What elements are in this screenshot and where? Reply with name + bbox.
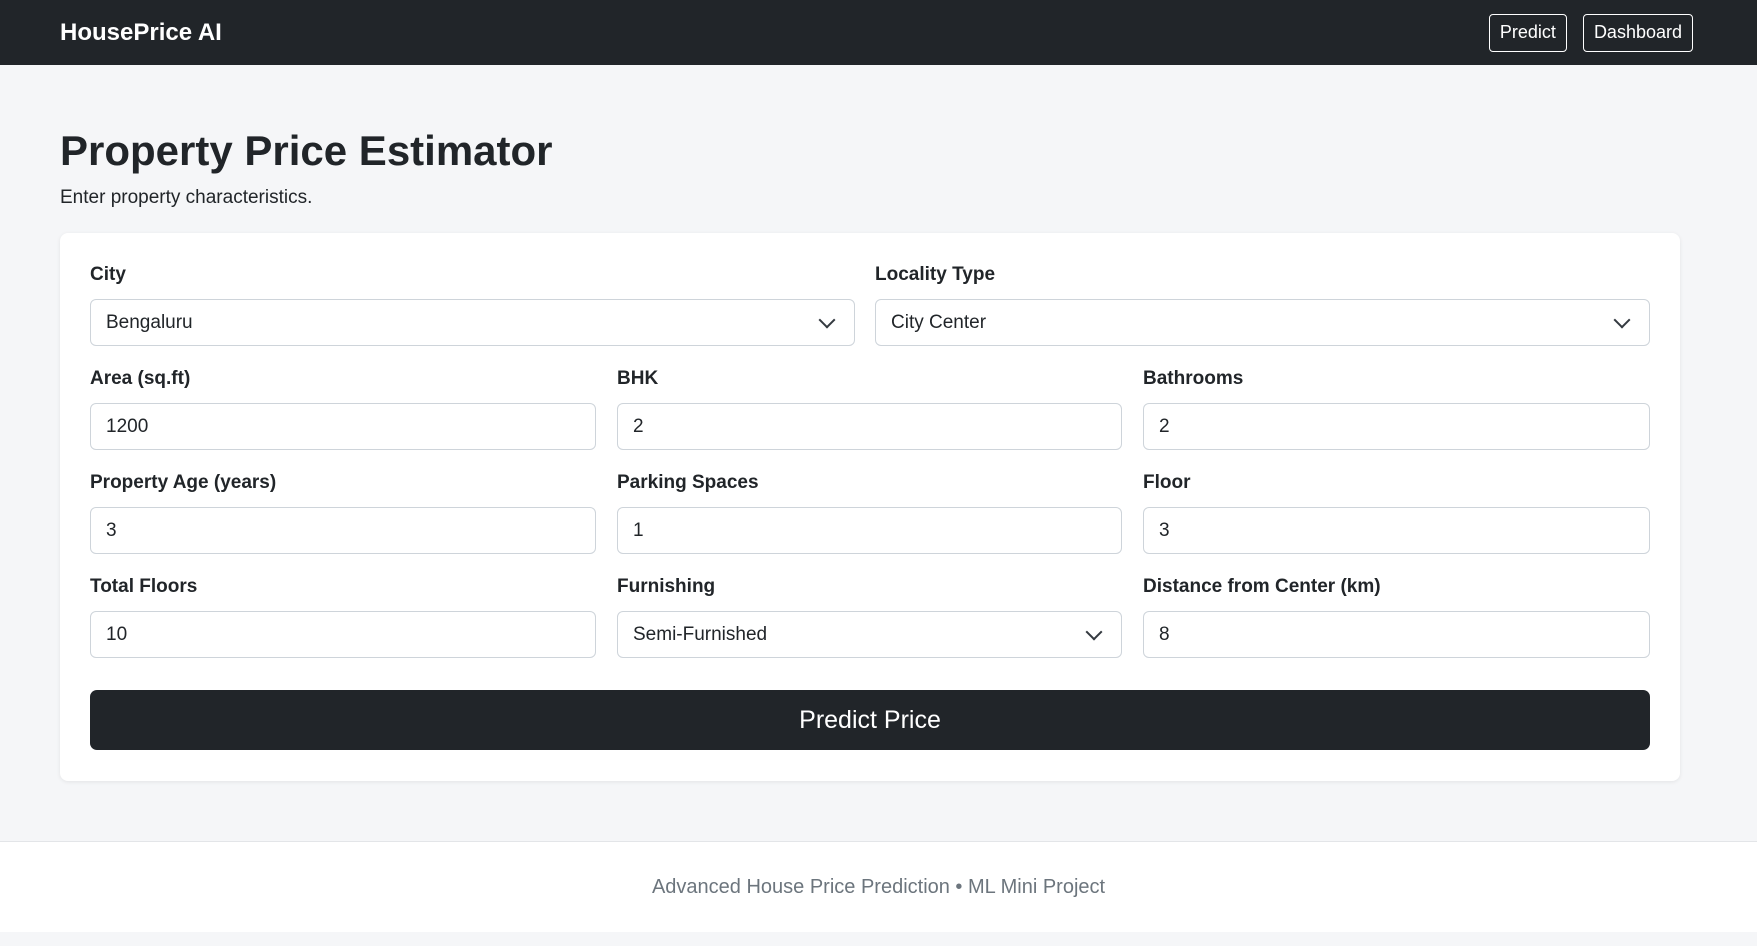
parking-spaces-field: Parking Spaces <box>617 471 1122 554</box>
bathrooms-field: Bathrooms <box>1143 367 1650 450</box>
distance-field: Distance from Center (km) <box>1143 575 1650 658</box>
floor-label: Floor <box>1143 472 1191 493</box>
city-select[interactable]: Bengaluru <box>90 299 855 346</box>
total-floors-input[interactable] <box>90 611 596 658</box>
bhk-input[interactable] <box>617 403 1122 450</box>
area-label: Area (sq.ft) <box>90 368 191 389</box>
floor-field: Floor <box>1143 471 1650 554</box>
furnishing-select[interactable]: Semi-Furnished <box>617 611 1122 658</box>
chevron-down-icon <box>1613 311 1631 328</box>
bhk-field: BHK <box>617 367 1122 450</box>
city-label: City <box>90 264 126 285</box>
brand-logo-text[interactable]: HousePrice AI <box>60 19 222 47</box>
page-title: Property Price Estimator <box>60 127 553 174</box>
bathrooms-input[interactable] <box>1143 403 1650 450</box>
property-age-label: Property Age (years) <box>90 472 277 493</box>
estimator-form-card: City Bengaluru Locality Type City Center… <box>60 233 1680 781</box>
footer: Advanced House Price Prediction • ML Min… <box>0 841 1757 932</box>
nav-predict-button[interactable]: Predict <box>1488 13 1567 52</box>
page-subtitle: Enter property characteristics. <box>60 187 313 208</box>
locality-type-selected-value: City Center <box>891 311 987 333</box>
city-field: City Bengaluru <box>90 263 855 346</box>
bathrooms-label: Bathrooms <box>1143 368 1244 389</box>
city-selected-value: Bengaluru <box>106 311 193 333</box>
chevron-down-icon <box>1085 623 1103 640</box>
nav-buttons: Predict Dashboard <box>1488 13 1693 52</box>
distance-label: Distance from Center (km) <box>1143 576 1381 597</box>
chevron-down-icon <box>818 311 836 328</box>
total-floors-field: Total Floors <box>90 575 596 658</box>
locality-type-field: Locality Type City Center <box>875 263 1650 346</box>
area-field: Area (sq.ft) <box>90 367 596 450</box>
parking-spaces-label: Parking Spaces <box>617 472 759 493</box>
property-age-field: Property Age (years) <box>90 471 596 554</box>
floor-input[interactable] <box>1143 507 1650 554</box>
furnishing-selected-value: Semi-Furnished <box>633 623 768 645</box>
distance-input[interactable] <box>1143 611 1650 658</box>
locality-type-label: Locality Type <box>875 264 996 285</box>
area-input[interactable] <box>90 403 596 450</box>
total-floors-label: Total Floors <box>90 576 198 597</box>
furnishing-field: Furnishing Semi-Furnished <box>617 575 1122 658</box>
parking-spaces-input[interactable] <box>617 507 1122 554</box>
footer-text: Advanced House Price Prediction • ML Min… <box>651 875 1106 898</box>
locality-type-select[interactable]: City Center <box>875 299 1650 346</box>
navbar: HousePrice AI Predict Dashboard <box>0 0 1757 65</box>
bhk-label: BHK <box>617 368 659 389</box>
property-age-input[interactable] <box>90 507 596 554</box>
furnishing-label: Furnishing <box>617 576 716 597</box>
predict-price-button[interactable]: Predict Price <box>90 690 1650 750</box>
nav-dashboard-button[interactable]: Dashboard <box>1582 13 1693 52</box>
